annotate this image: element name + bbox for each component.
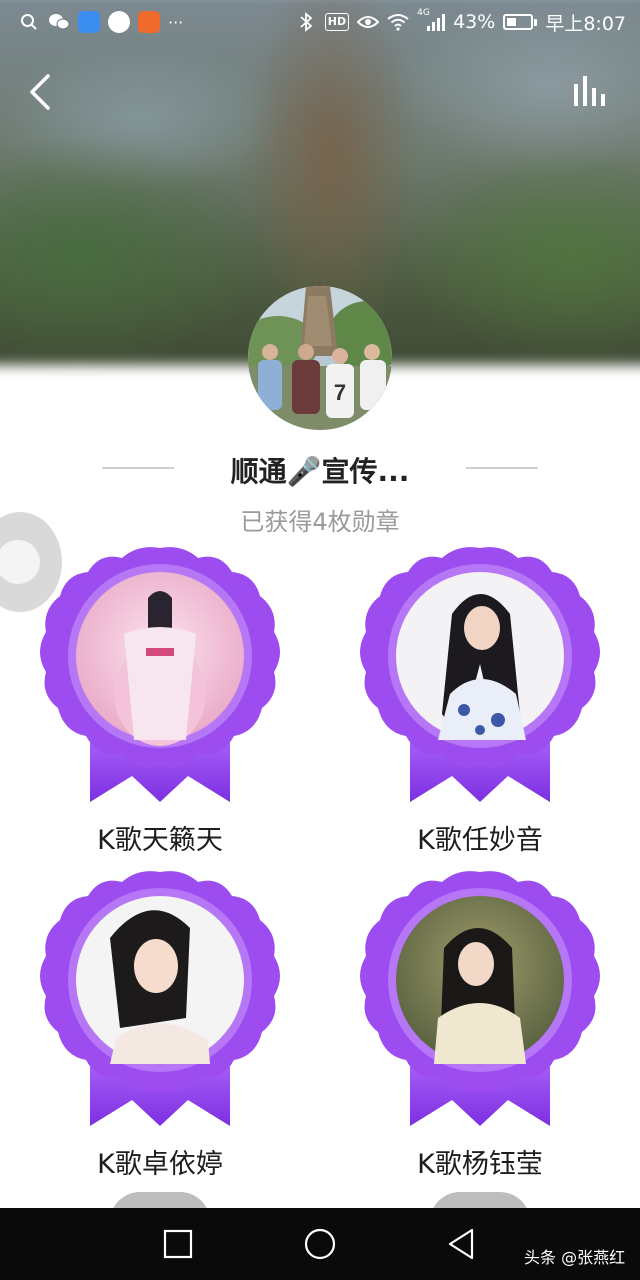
badge-label: K歌卓依婷: [97, 1149, 223, 1180]
profile-name: 顺通🎤宣传...: [230, 455, 410, 488]
recent-apps-button[interactable]: [160, 1226, 196, 1262]
bluetooth-icon: [295, 11, 317, 33]
back-nav-button[interactable]: [444, 1226, 480, 1262]
avatar[interactable]: 7: [248, 286, 392, 430]
profile-title-row: 顺通🎤宣传...: [0, 444, 640, 496]
battery-icon: [503, 14, 538, 30]
eye-icon: [357, 11, 380, 33]
badge-item[interactable]: K歌天籁天: [40, 544, 280, 864]
app-icon-orange: [138, 11, 160, 33]
badge-label: K歌天籁天: [97, 825, 223, 856]
hd-icon: HD: [324, 13, 350, 31]
signal-icon: 4G: [417, 8, 446, 33]
badge-label: K歌任妙音: [417, 825, 543, 856]
circle-icon: [304, 1228, 336, 1260]
search-icon: [18, 11, 40, 33]
svg-text:7: 7: [334, 380, 346, 405]
chevron-left-icon: [30, 74, 50, 110]
badge-label: K歌杨钰莹: [417, 1149, 543, 1180]
watermark: 头条 @张燕红: [524, 1248, 626, 1267]
badge-page: ··· HD 4G 43% 早上8:07 7 顺通🎤宣传... 已获得4枚勋章 …: [0, 0, 640, 1280]
clock: 早上8:07: [545, 12, 626, 35]
app-icon-blue: [78, 11, 100, 33]
app-icon-chat: [108, 11, 130, 33]
title-divider-right: [466, 467, 538, 469]
status-right: HD 4G 43% 早上8:07: [295, 8, 626, 36]
network-type: 4G: [417, 8, 430, 18]
status-bar: ··· HD 4G 43% 早上8:07: [0, 0, 640, 44]
bar-chart-icon: [574, 76, 605, 106]
medal-icon: [360, 871, 600, 1126]
avatar-photo: 7: [248, 286, 392, 430]
badge-item[interactable]: K歌杨钰莹: [360, 868, 600, 1188]
medal-icon: [40, 547, 280, 802]
more-notifications-icon: ···: [168, 12, 184, 32]
medal-icon: [360, 547, 600, 802]
back-button[interactable]: [22, 70, 62, 114]
battery-percent: 43%: [453, 11, 496, 33]
triangle-back-icon: [448, 1228, 474, 1260]
square-icon: [163, 1229, 193, 1259]
wechat-icon: [48, 11, 70, 33]
stats-button[interactable]: [568, 72, 614, 112]
medal-icon: [40, 871, 280, 1126]
badge-count: 已获得4枚勋章: [240, 508, 400, 536]
badge-item[interactable]: K歌卓依婷: [40, 868, 280, 1188]
badge-item[interactable]: K歌任妙音: [360, 544, 600, 864]
wifi-icon: [387, 11, 409, 33]
title-divider-left: [102, 467, 174, 469]
home-button[interactable]: [302, 1226, 338, 1262]
status-left: ···: [18, 11, 183, 33]
